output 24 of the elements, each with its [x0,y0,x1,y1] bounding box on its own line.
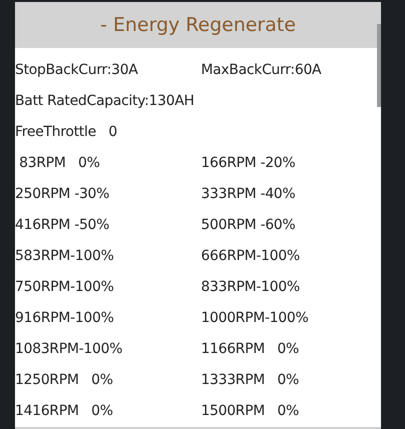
setting-value: 750RPM-100% [15,278,115,294]
setting-value: 1083RPM-100% [15,340,124,356]
setting-value: 833RPM-100% [201,278,301,294]
setting-value: 1000RPM-100% [201,310,310,326]
setting-value: Batt RatedCapacity:130AH [15,92,196,108]
setting-value: 916RPM-100% [15,310,115,326]
setting-value: 666RPM-100% [201,248,301,264]
section-header[interactable]: - Energy Regenerate [15,2,381,48]
setting-value: 333RPM -40% [201,186,296,202]
setting-value: 83RPM 0% [18,154,101,170]
setting-value: 1250RPM 0% [15,372,114,388]
setting-value: 1416RPM 0% [15,402,114,418]
setting-value: 500RPM -60% [201,216,296,232]
setting-value: 250RPM -30% [15,186,110,202]
setting-value: StopBackCurr:30A [15,62,139,78]
setting-value: FreeThrottle 0 [15,124,118,140]
scrollbar[interactable] [377,24,381,107]
setting-value: 583RPM-100% [15,248,115,264]
setting-value: MaxBackCurr:60A [201,62,322,78]
setting-value: 416RPM -50% [15,216,110,232]
setting-value: 166RPM -20% [201,154,296,170]
setting-value: 1166RPM 0% [201,340,300,356]
setting-value: 1333RPM 0% [201,372,300,388]
setting-value: 1500RPM 0% [201,402,300,418]
